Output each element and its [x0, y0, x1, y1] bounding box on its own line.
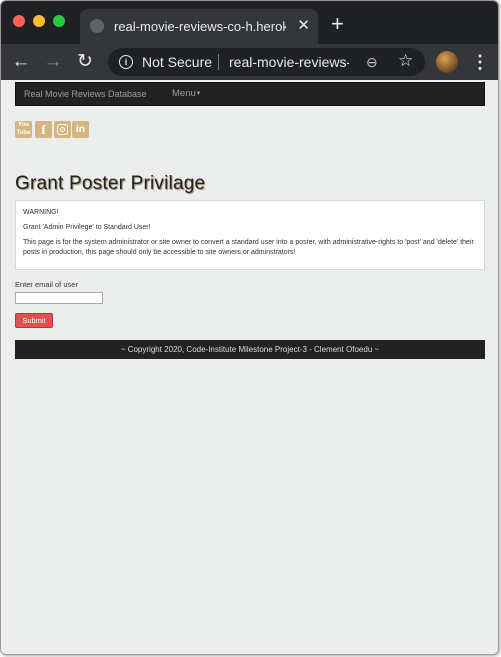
site-navbar: Real Movie Reviews Database Menu▾: [15, 82, 485, 106]
forward-arrow-icon[interactable]: →: [42, 51, 64, 73]
instagram-lens: [60, 127, 65, 132]
globe-icon: [90, 19, 104, 33]
url-text[interactable]: real-movie-reviews-co-h.herokuapp.com: [229, 53, 349, 71]
warning-body: This page is for the system administrato…: [23, 239, 474, 256]
zoom-out-icon[interactable]: ⊖: [366, 53, 378, 71]
site-footer: ~ Copyright 2020, Code-Institute Milesto…: [15, 340, 485, 359]
youtube-text-top: You: [18, 122, 29, 128]
tab-title: real-movie-reviews-co-h.herokuapp.com: [114, 19, 286, 34]
footer-copyright: ~ Copyright 2020, Code-Institute Milesto…: [120, 345, 380, 354]
browser-window: real-movie-reviews-co-h.herokuapp.com ✕ …: [0, 0, 499, 655]
profile-avatar[interactable]: [436, 51, 458, 73]
kebab-menu-icon[interactable]: ⋮: [471, 51, 489, 73]
page-title: Grant Poster Privilage: [15, 173, 206, 194]
facebook-icon[interactable]: f: [35, 121, 52, 138]
security-label[interactable]: Not Secure: [142, 53, 212, 71]
address-separator: [218, 54, 219, 70]
warning-subheading: Grant 'Admin Privilege' to Standard User…: [23, 224, 151, 231]
caret-down-icon: ▾: [196, 90, 201, 97]
email-label: Enter email of user: [15, 280, 78, 289]
warning-heading: WARNING!: [23, 209, 59, 216]
web-page: Real Movie Reviews Database Menu▾ You Tub…: [1, 80, 498, 654]
youtube-text-bottom: Tube: [16, 130, 31, 136]
submit-button[interactable]: Submit: [15, 313, 53, 328]
linkedin-icon[interactable]: in: [72, 121, 89, 138]
instagram-icon[interactable]: [54, 121, 71, 138]
close-window-button[interactable]: [13, 15, 25, 27]
browser-tab[interactable]: real-movie-reviews-co-h.herokuapp.com ✕: [80, 9, 318, 44]
navbar-brand-link[interactable]: Real Movie Reviews Database: [24, 88, 147, 100]
warning-panel: WARNING! Grant 'Admin Privilege' to Stan…: [15, 200, 485, 270]
back-arrow-icon[interactable]: ←: [10, 51, 32, 73]
email-input[interactable]: [15, 292, 103, 304]
tab-strip: real-movie-reviews-co-h.herokuapp.com ✕ …: [1, 1, 498, 44]
navbar-menu-label: Menu: [172, 88, 196, 99]
navbar-menu-dropdown[interactable]: Menu▾: [172, 88, 200, 100]
maximize-window-button[interactable]: [53, 15, 65, 27]
new-tab-button[interactable]: +: [331, 12, 344, 36]
info-icon[interactable]: i: [119, 55, 133, 69]
minimize-window-button[interactable]: [33, 15, 45, 27]
address-bar[interactable]: i Not Secure real-movie-reviews-co-h.her…: [108, 48, 425, 76]
reload-icon[interactable]: ↻: [74, 51, 96, 73]
browser-toolbar: ← → ↻ i Not Secure real-movie-reviews-co…: [1, 44, 498, 80]
youtube-icon[interactable]: You Tube: [15, 121, 32, 138]
bookmark-star-icon[interactable]: ☆: [398, 51, 413, 71]
tab-close-icon[interactable]: ✕: [297, 16, 310, 36]
